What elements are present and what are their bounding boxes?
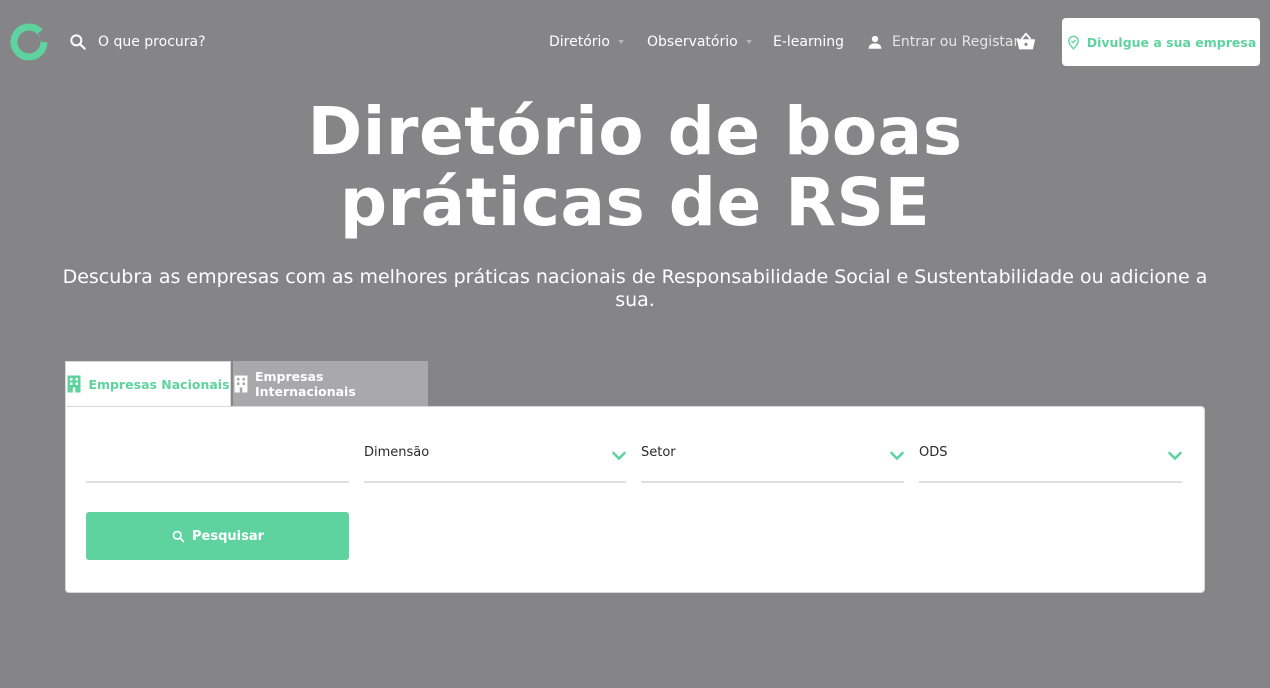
page-subtitle: Descubra as empresas com as melhores prá… bbox=[62, 266, 1208, 311]
nav-diretorio[interactable]: Diretório bbox=[549, 31, 624, 53]
setor-select[interactable]: Setor bbox=[641, 435, 904, 483]
search-icon bbox=[70, 34, 86, 50]
search-icon bbox=[172, 530, 185, 542]
login-link[interactable]: Entrar ou Registar bbox=[866, 31, 1019, 53]
promote-company-label: Divulgue a sua empresa bbox=[1086, 34, 1257, 50]
chevron-down-icon bbox=[612, 451, 626, 461]
caret-down-icon bbox=[618, 40, 624, 44]
ods-select[interactable]: ODS bbox=[919, 435, 1182, 483]
caret-down-icon bbox=[745, 40, 752, 44]
page-title-line1: Diretório de boas bbox=[307, 93, 963, 170]
tab-empresas-internacionais[interactable]: Empresas Internacionais bbox=[233, 361, 428, 406]
search-button[interactable]: Pesquisar bbox=[86, 512, 349, 560]
login-label: Entrar ou Registar bbox=[892, 34, 1020, 50]
company-name-input[interactable] bbox=[86, 435, 349, 481]
building-icon bbox=[234, 375, 248, 392]
nav-diretorio-label: Diretório bbox=[549, 34, 610, 50]
location-pin-icon bbox=[1067, 35, 1079, 50]
tab-empresas-nacionais-label: Empresas Nacionais bbox=[88, 376, 230, 392]
site-logo[interactable] bbox=[10, 23, 48, 61]
page-title: Diretório de boas práticas de RSE bbox=[0, 96, 1270, 238]
search-trigger[interactable]: O que procura? bbox=[68, 31, 206, 53]
nav-observatorio-label: Observatório bbox=[647, 34, 738, 50]
dimensao-select-label: Dimensão bbox=[364, 445, 430, 460]
user-icon bbox=[868, 35, 882, 49]
nav-elearning-label: E-learning bbox=[773, 34, 845, 50]
tab-empresas-internacionais-label: Empresas Internacionais bbox=[254, 368, 356, 399]
search-button-label: Pesquisar bbox=[191, 528, 265, 544]
promote-company-button[interactable]: Divulgue a sua empresa bbox=[1062, 18, 1260, 66]
page-title-line2: práticas de RSE bbox=[339, 164, 931, 241]
ods-select-label: ODS bbox=[919, 445, 948, 460]
dimensao-select[interactable]: Dimensão bbox=[364, 435, 626, 483]
setor-select-label: Setor bbox=[641, 445, 676, 460]
search-label: O que procura? bbox=[98, 34, 206, 50]
nav-elearning[interactable]: E-learning bbox=[773, 31, 844, 53]
chevron-down-icon bbox=[1168, 451, 1182, 461]
company-name-field[interactable] bbox=[86, 435, 349, 483]
search-panel: Dimensão Setor ODS Pesquisar bbox=[65, 406, 1205, 593]
tab-empresas-nacionais[interactable]: Empresas Nacionais bbox=[65, 361, 231, 406]
basket-icon[interactable] bbox=[1015, 31, 1037, 53]
chevron-down-icon bbox=[890, 451, 904, 461]
nav-observatorio[interactable]: Observatório bbox=[647, 31, 752, 53]
building-icon bbox=[67, 375, 81, 393]
